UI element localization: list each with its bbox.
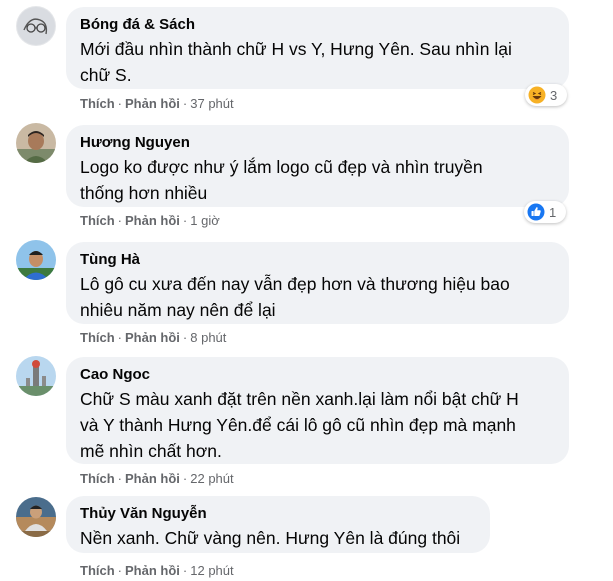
separator: ·	[182, 330, 188, 345]
separator: ·	[117, 563, 123, 578]
separator: ·	[182, 563, 188, 578]
like-link[interactable]: Thích	[80, 213, 115, 228]
avatar-image	[16, 123, 56, 163]
comment-actions: Thích · Phản hồi · 12 phút	[80, 563, 234, 579]
comment-text: Mới đầu nhìn thành chữ H vs Y, Hưng Yên.…	[80, 36, 555, 88]
comment-text: Chữ S màu xanh đặt trên nền xanh.lại làm…	[80, 386, 555, 464]
comment-actions: Thích · Phản hồi · 22 phút	[80, 471, 234, 487]
comment-text: Logo ko được như ý lắm logo cũ đẹp và nh…	[80, 154, 555, 206]
avatar[interactable]	[16, 123, 56, 163]
reply-link[interactable]: Phản hồi	[125, 330, 180, 345]
reaction-count: 1	[549, 204, 557, 220]
comment-timestamp[interactable]: 8 phút	[190, 330, 226, 345]
comment-bubble: Bóng đá & Sách Mới đầu nhìn thành chữ H …	[66, 7, 569, 89]
separator: ·	[117, 471, 123, 486]
like-link[interactable]: Thích	[80, 96, 115, 111]
comment-text-line: Lô gô cu xưa đến nay vẫn đẹp hơn và thươ…	[80, 274, 510, 294]
like-link[interactable]: Thích	[80, 563, 115, 578]
reply-link[interactable]: Phản hồi	[125, 471, 180, 486]
avatar-image	[16, 240, 56, 280]
comment-text-line: Logo ko được như ý lắm logo cũ đẹp và nh…	[80, 157, 483, 177]
comment-author[interactable]: Tùng Hà	[80, 250, 555, 270]
avatar-image	[16, 356, 56, 396]
comment-text-line: nhiêu năm nay nên để lại	[80, 300, 276, 320]
comment-bubble: Thủy Văn Nguyễn Nền xanh. Chữ vàng nên. …	[66, 496, 490, 553]
comment-timestamp[interactable]: 12 phút	[190, 563, 233, 578]
comment-bubble: Tùng Hà Lô gô cu xưa đến nay vẫn đẹp hơn…	[66, 242, 569, 324]
reply-link[interactable]: Phản hồi	[125, 213, 180, 228]
avatar[interactable]	[16, 497, 56, 537]
comment-timestamp[interactable]: 1 giờ	[190, 213, 220, 228]
avatar[interactable]	[16, 240, 56, 280]
reaction-count: 3	[550, 87, 558, 103]
comment-author[interactable]: Thủy Văn Nguyễn	[80, 504, 476, 524]
haha-icon	[528, 86, 546, 104]
like-link[interactable]: Thích	[80, 471, 115, 486]
comment-bubble: Hương Nguyen Logo ko được như ý lắm logo…	[66, 125, 569, 207]
comment-text-line: Chữ S màu xanh đặt trên nền xanh.lại làm…	[80, 389, 519, 409]
like-link[interactable]: Thích	[80, 330, 115, 345]
comment-actions: Thích · Phản hồi · 37 phút	[80, 96, 234, 112]
separator: ·	[182, 96, 188, 111]
comment-text: Lô gô cu xưa đến nay vẫn đẹp hơn và thươ…	[80, 271, 555, 323]
avatar-image	[16, 6, 56, 46]
comment-text-line: mẽ nhìn chất hơn.	[80, 441, 222, 461]
reply-link[interactable]: Phản hồi	[125, 96, 180, 111]
comment-author[interactable]: Bóng đá & Sách	[80, 15, 555, 35]
comment-text-line: Mới đầu nhìn thành chữ H vs Y, Hưng Yên.…	[80, 39, 512, 59]
comment-bubble: Cao Ngoc Chữ S màu xanh đặt trên nền xan…	[66, 357, 569, 464]
reply-link[interactable]: Phản hồi	[125, 563, 180, 578]
separator: ·	[182, 471, 188, 486]
separator: ·	[117, 330, 123, 345]
reaction-badge[interactable]: 1	[524, 201, 566, 223]
comment-timestamp[interactable]: 37 phút	[190, 96, 233, 111]
avatar[interactable]	[16, 356, 56, 396]
avatar[interactable]	[16, 6, 56, 46]
comment-text-line: Nền xanh. Chữ vàng nên. Hưng Yên là đúng…	[80, 528, 461, 548]
comment-actions: Thích · Phản hồi · 8 phút	[80, 330, 226, 346]
separator: ·	[117, 96, 123, 111]
comment-timestamp[interactable]: 22 phút	[190, 471, 233, 486]
reaction-badge[interactable]: 3	[525, 84, 567, 106]
like-icon	[527, 203, 545, 221]
separator: ·	[117, 213, 123, 228]
comment-actions: Thích · Phản hồi · 1 giờ	[80, 213, 220, 229]
comment-author[interactable]: Cao Ngoc	[80, 365, 555, 385]
comment-text-line: và Y thành Hưng Yên.để cái lô gô cũ nhìn…	[80, 415, 516, 435]
comment-author[interactable]: Hương Nguyen	[80, 133, 555, 153]
comment-text-line: thống hơn nhiều	[80, 183, 208, 203]
avatar-image	[16, 497, 56, 537]
comment-text-line: chữ S.	[80, 65, 132, 85]
separator: ·	[182, 213, 188, 228]
comment-text: Nền xanh. Chữ vàng nên. Hưng Yên là đúng…	[80, 525, 476, 551]
